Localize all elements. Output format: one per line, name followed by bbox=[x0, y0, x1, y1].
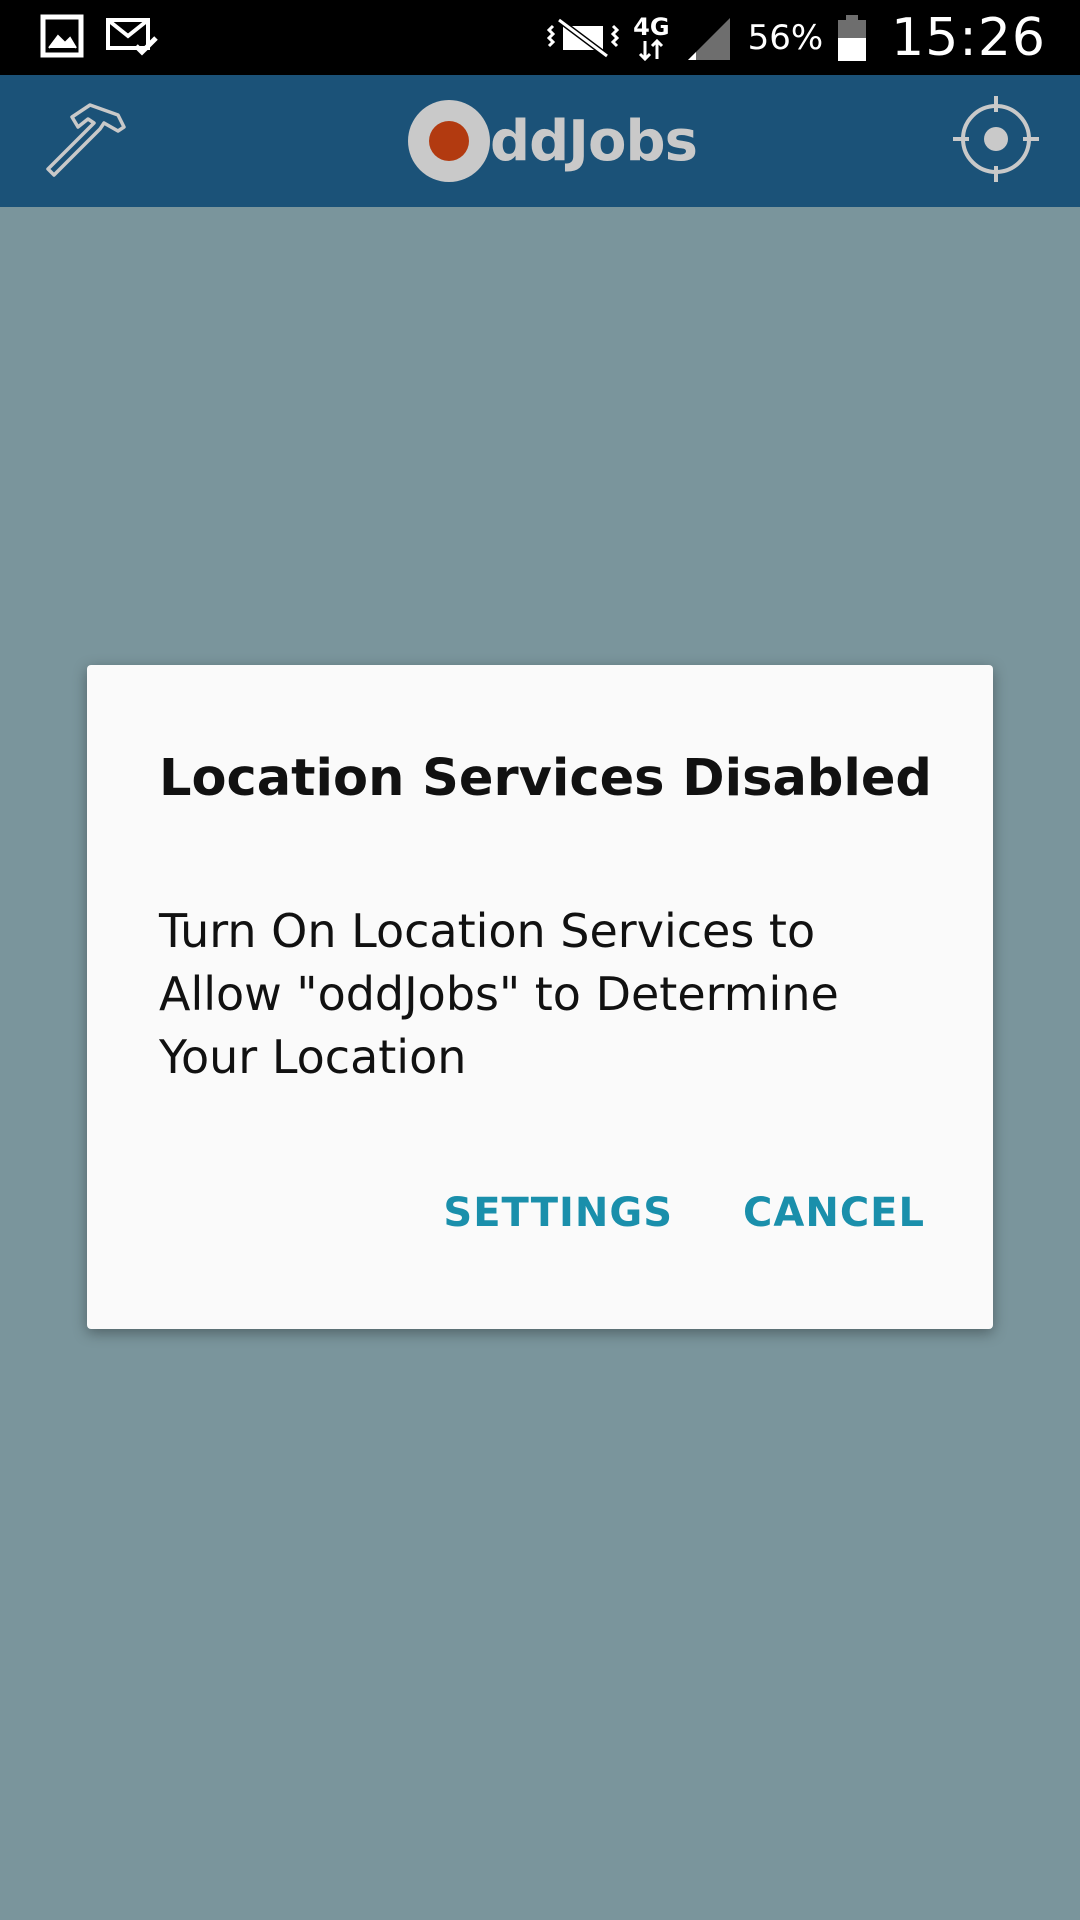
network-type-label: 4G bbox=[633, 12, 670, 41]
status-bar-notifications bbox=[40, 14, 158, 58]
settings-button[interactable]: SETTINGS bbox=[443, 1190, 673, 1236]
mail-check-icon bbox=[106, 16, 158, 56]
vibrate-mute-icon bbox=[547, 16, 620, 60]
dialog-actions: SETTINGS CANCEL bbox=[443, 1190, 925, 1236]
tools-button[interactable] bbox=[40, 95, 132, 187]
location-disabled-dialog: Location Services Disabled Turn On Locat… bbox=[87, 665, 993, 1329]
crosshair-location-icon bbox=[953, 96, 1039, 186]
clock: 15:26 bbox=[891, 7, 1046, 68]
battery-percent: 56% bbox=[747, 17, 824, 58]
gallery-icon bbox=[40, 14, 84, 58]
battery-icon bbox=[837, 14, 867, 62]
signal-icon bbox=[684, 14, 734, 62]
app-bar: ddJobs bbox=[0, 75, 1080, 207]
cancel-button[interactable]: CANCEL bbox=[743, 1190, 925, 1236]
app-logo: ddJobs bbox=[408, 99, 698, 183]
status-bar-system: 4G 56% 15:26 bbox=[547, 0, 1046, 75]
dialog-title: Location Services Disabled bbox=[159, 749, 932, 808]
status-bar: 4G 56% 15:26 bbox=[0, 0, 1080, 75]
logo-text: ddJobs bbox=[490, 108, 698, 174]
screen: 4G 56% 15:26 ddJobs Location Services Di… bbox=[0, 0, 1080, 1920]
locate-me-button[interactable] bbox=[950, 95, 1042, 187]
logo-mark-icon bbox=[408, 100, 490, 182]
hammer-icon bbox=[44, 101, 128, 181]
dialog-message: Turn On Location Services to Allow "oddJ… bbox=[159, 904, 839, 1084]
network-4g-icon: 4G bbox=[633, 12, 670, 61]
